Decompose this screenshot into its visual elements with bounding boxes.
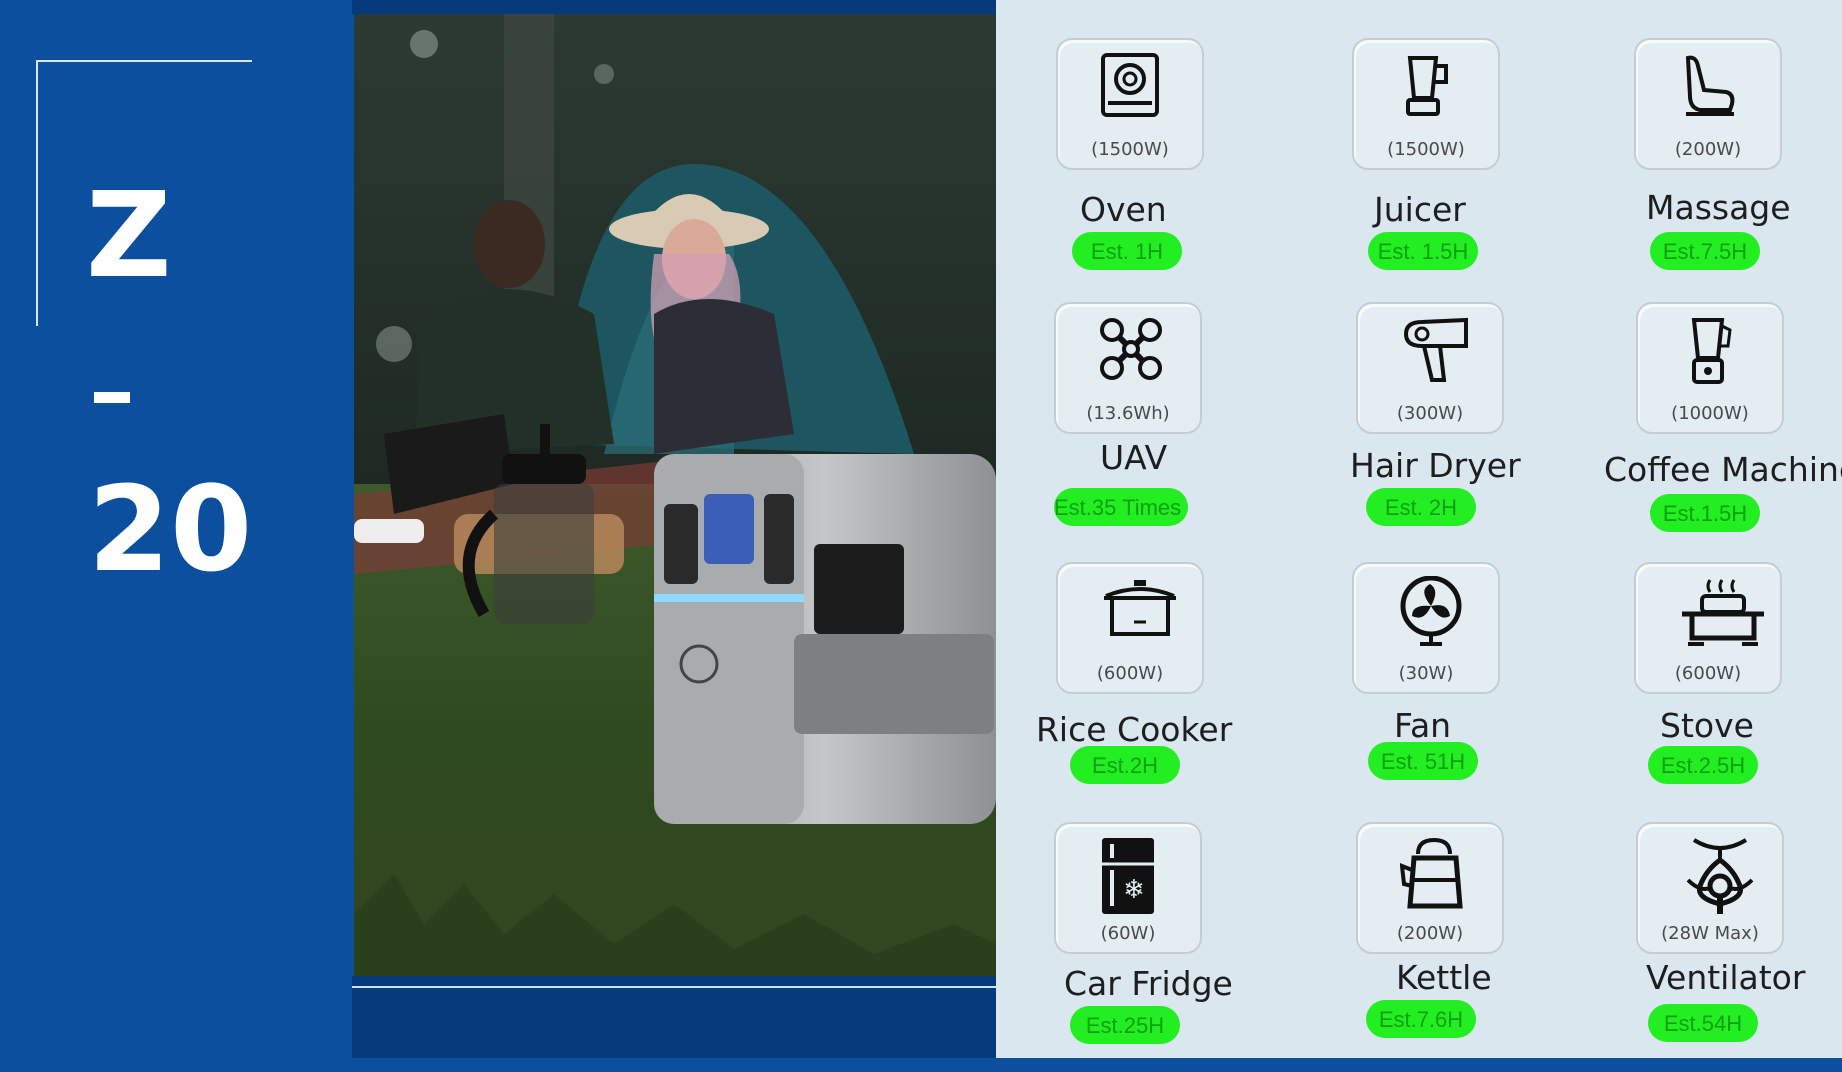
kettle-icon bbox=[1400, 837, 1463, 909]
runtime-badge: Est. 1H bbox=[1072, 232, 1182, 270]
stove-icon bbox=[1682, 579, 1764, 646]
photo-band-top bbox=[352, 0, 996, 14]
runtime-badge: Est.7.6H bbox=[1366, 1000, 1476, 1038]
icon-box: (600W) bbox=[1056, 562, 1204, 694]
wattage-label: (200W) bbox=[1674, 139, 1742, 160]
appliance-name: Ventilator bbox=[1646, 958, 1806, 997]
fan-icon bbox=[1400, 576, 1462, 646]
appliance-name: Oven bbox=[1080, 190, 1167, 229]
runtime-badge: Est.25H bbox=[1070, 1006, 1180, 1044]
camping-photo bbox=[354, 14, 996, 976]
appliance-card-stove: (600W) Stove Est.2.5H bbox=[1634, 562, 1842, 812]
appliance-card-kettle: (200W) Kettle Est.7.6H bbox=[1356, 822, 1656, 1072]
wattage-label: (30W) bbox=[1398, 663, 1454, 684]
runtime-badge: Est. 1.5H bbox=[1368, 232, 1478, 270]
wattage-label: (13.6Wh) bbox=[1086, 403, 1170, 424]
icon-box: (200W) bbox=[1356, 822, 1504, 954]
icon-box: (300W) bbox=[1356, 302, 1504, 434]
ventilator-mask-icon bbox=[1686, 838, 1754, 914]
wattage-label: (600W) bbox=[1674, 663, 1742, 684]
appliance-card-massage: (200W) Massage Est.7.5H bbox=[1634, 38, 1842, 288]
runtime-badge: Est.54H bbox=[1648, 1004, 1758, 1042]
appliance-card-oven: (1500W) Oven Est. 1H bbox=[1056, 38, 1356, 288]
appliance-name: Hair Dryer bbox=[1350, 446, 1521, 485]
drone-icon bbox=[1100, 318, 1162, 380]
appliance-card-coffee-machine: (1000W) Coffee Machine Est.1.5H bbox=[1604, 302, 1842, 552]
massage-seat-icon bbox=[1685, 55, 1735, 116]
icon-box: (30W) bbox=[1352, 562, 1500, 694]
runtime-badge: Est.35 Times bbox=[1054, 488, 1188, 526]
model-letter: Z bbox=[86, 166, 172, 304]
icon-box: (13.6Wh) bbox=[1054, 302, 1202, 434]
runtime-badge: Est.7.5H bbox=[1650, 232, 1760, 270]
model-dash bbox=[94, 392, 130, 403]
icon-box: (1500W) bbox=[1352, 38, 1500, 170]
appliance-card-car-fridge: ❄ (60W) Car Fridge Est.25H bbox=[1054, 822, 1354, 1072]
wattage-label: (1500W) bbox=[1091, 139, 1169, 160]
appliance-card-juicer: (1500W) Juicer Est. 1.5H bbox=[1352, 38, 1652, 288]
juicer-icon bbox=[1406, 56, 1448, 116]
wattage-label: (600W) bbox=[1096, 663, 1164, 684]
appliance-grid: (1500W) Oven Est. 1H (1500W) Juicer Est.… bbox=[996, 0, 1842, 1058]
icon-box: (1000W) bbox=[1636, 302, 1784, 434]
appliance-name: Massage bbox=[1646, 188, 1791, 227]
appliance-card-fan: (30W) Fan Est. 51H bbox=[1352, 562, 1652, 812]
wattage-label: (200W) bbox=[1396, 923, 1464, 944]
runtime-badge: Est.2.5H bbox=[1648, 746, 1758, 784]
model-number: 20 bbox=[88, 460, 253, 598]
wattage-label: (1000W) bbox=[1671, 403, 1749, 424]
appliance-card-ventilator: (28W Max) Ventilator Est.54H bbox=[1636, 822, 1842, 1072]
appliance-name: UAV bbox=[1100, 438, 1168, 477]
icon-box: (28W Max) bbox=[1636, 822, 1784, 954]
icon-box: (600W) bbox=[1634, 562, 1782, 694]
wattage-label: (60W) bbox=[1100, 923, 1156, 944]
appliance-card-uav: (13.6Wh) UAV Est.35 Times bbox=[1054, 302, 1354, 552]
icon-box: ❄ (60W) bbox=[1054, 822, 1202, 954]
svg-text:❄: ❄ bbox=[1123, 875, 1145, 905]
rice-cooker-icon bbox=[1104, 580, 1176, 636]
photo-band-bottom bbox=[352, 976, 996, 1058]
appliance-card-rice-cooker: (600W) Rice Cooker Est.2H bbox=[1036, 562, 1356, 812]
model-panel: Z 20 bbox=[0, 0, 352, 1058]
wattage-label: (1500W) bbox=[1387, 139, 1465, 160]
frame-line-left bbox=[36, 60, 38, 326]
runtime-badge: Est.2H bbox=[1070, 746, 1180, 784]
photo-divider-line bbox=[352, 986, 996, 988]
hair-dryer-icon bbox=[1403, 317, 1468, 382]
induction-cooker-icon bbox=[1101, 53, 1159, 117]
appliance-name: Car Fridge bbox=[1064, 964, 1233, 1003]
appliance-name: Juicer bbox=[1374, 190, 1466, 229]
runtime-badge: Est. 2H bbox=[1366, 488, 1476, 526]
icon-box: (200W) bbox=[1634, 38, 1782, 170]
runtime-badge: Est. 51H bbox=[1368, 742, 1478, 780]
frame-line-top bbox=[36, 60, 252, 62]
appliance-name: Coffee Machine bbox=[1604, 450, 1842, 489]
appliance-name: Kettle bbox=[1396, 958, 1492, 997]
wattage-label: (28W Max) bbox=[1661, 923, 1759, 944]
runtime-badge: Est.1.5H bbox=[1650, 494, 1760, 532]
appliance-name: Rice Cooker bbox=[1036, 710, 1233, 749]
icon-box: (1500W) bbox=[1056, 38, 1204, 170]
appliance-name: Stove bbox=[1660, 706, 1754, 745]
wattage-label: (300W) bbox=[1396, 403, 1464, 424]
appliance-card-hair-dryer: (300W) Hair Dryer Est. 2H bbox=[1350, 302, 1656, 552]
fridge-icon: ❄ bbox=[1102, 838, 1154, 914]
appliance-name: Fan bbox=[1394, 706, 1452, 745]
blender-icon bbox=[1691, 318, 1732, 384]
